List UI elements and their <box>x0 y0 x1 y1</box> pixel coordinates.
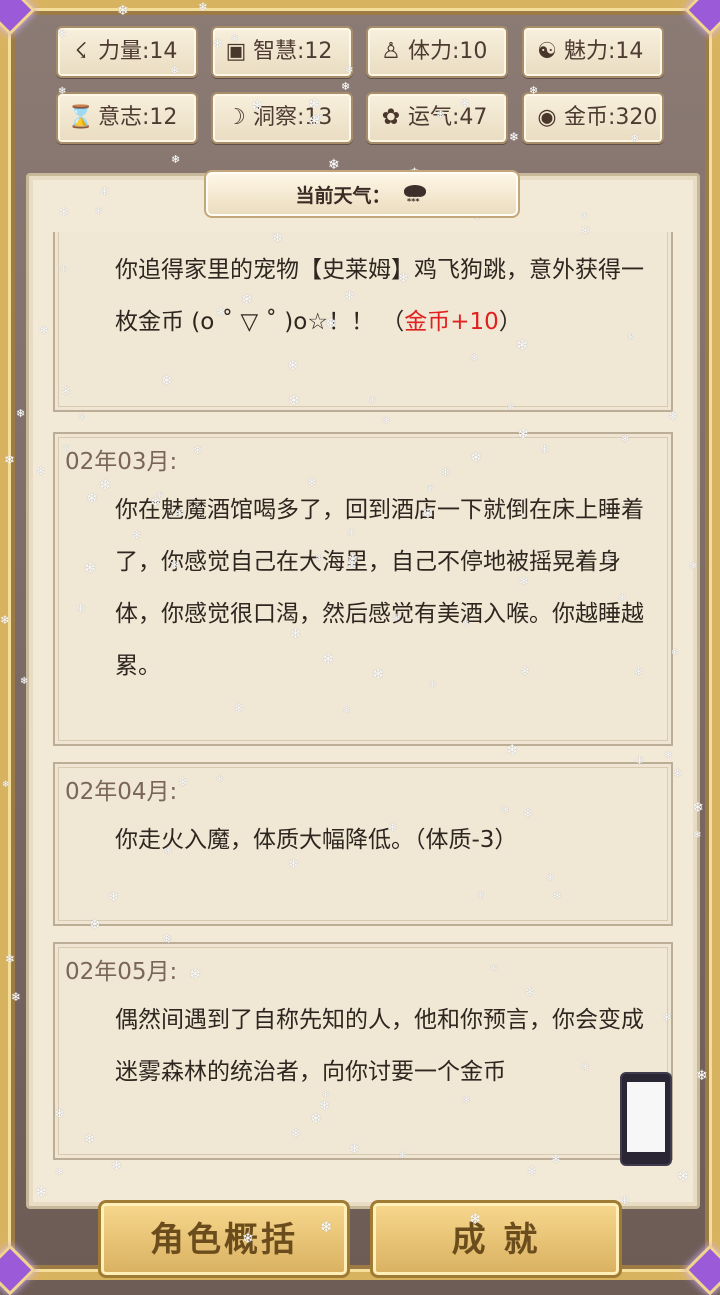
event-coin-gain: 金币+10 <box>404 309 499 335</box>
stat-label: 智慧:12 <box>253 39 333 64</box>
weather-label: 当前天气： <box>295 184 391 207</box>
stats-panel: ☇ 力量:14 ▣ 智慧:12 ♙ 体力:10 ☯ 魅力:14 ⌛ 意志:12 ☽ 洞察:1… <box>56 26 664 152</box>
stat-label: 魅力:14 <box>564 39 644 64</box>
stat-label: 金币:320 <box>564 105 658 130</box>
event-card: 02年04月: 你走火入魔，体质大幅降低。（体质-3） <box>53 762 673 926</box>
luck-icon: ✿ <box>381 105 401 130</box>
event-month: 02年03月: <box>65 449 178 475</box>
tab-achievements[interactable]: 成 就 <box>370 1200 622 1278</box>
stat-coins: ◉ 金币:320 <box>522 92 664 144</box>
stat-label: 力量:14 <box>98 39 178 64</box>
event-text-main: 你追得家里的宠物【史莱姆】鸡飞狗跳，意外获得一枚金币 (o ˚ ▽ ˚ )o☆！… <box>115 257 644 335</box>
event-card: 02年05月: 偶然间遇到了自称先知的人，他和你预言，你会变成迷雾森林的统治者，… <box>53 942 673 1160</box>
stat-wisdom: ▣ 智慧:12 <box>211 26 353 78</box>
willpower-icon: ⌛ <box>67 105 95 130</box>
bottom-tabs: 角色概括 成 就 <box>98 1200 624 1280</box>
event-text: 你走火入魔，体质大幅降低。（体质-3） <box>115 827 518 853</box>
weather-banner: 当前天气： *** <box>204 170 520 218</box>
device-screen <box>627 1082 665 1152</box>
event-card: 02年03月: 你在魅魔酒馆喝多了，回到酒店一下就倒在床上睡着了，你感觉自己在大… <box>53 432 673 746</box>
event-log-panel: 02年02月: 你追得家里的宠物【史莱姆】鸡飞狗跳，意外获得一枚金币 (o ˚ … <box>26 173 700 1209</box>
stat-label: 体力:10 <box>408 39 488 64</box>
stat-label: 洞察:13 <box>253 105 333 130</box>
svg-text:***: *** <box>407 197 420 205</box>
event-month: 02年02月: <box>65 232 645 244</box>
event-text: 你追得家里的宠物【史莱姆】鸡飞狗跳，意外获得一枚金币 (o ˚ ▽ ˚ )o☆！… <box>115 244 645 348</box>
strength-icon: ☇ <box>74 39 88 64</box>
event-scroll-area[interactable]: 02年02月: 你追得家里的宠物【史莱姆】鸡飞狗跳，意外获得一枚金币 (o ˚ … <box>29 232 697 1202</box>
coin-icon: ◉ <box>537 105 557 130</box>
event-card: 02年02月: 你追得家里的宠物【史莱姆】鸡飞狗跳，意外获得一枚金币 (o ˚ … <box>53 232 673 412</box>
stat-luck: ✿ 运气:47 <box>366 92 508 144</box>
charm-icon: ☯ <box>537 39 557 64</box>
stat-label: 意志:12 <box>98 105 178 130</box>
event-text-tail: ） <box>498 309 522 335</box>
wisdom-icon: ▣ <box>225 39 247 64</box>
stat-charm: ☯ 魅力:14 <box>522 26 664 78</box>
insight-icon: ☽ <box>226 105 246 130</box>
stat-label: 运气:47 <box>408 105 488 130</box>
stamina-icon: ♙ <box>381 39 401 64</box>
snow-cloud-icon: *** <box>401 183 429 206</box>
event-text: 偶然间遇到了自称先知的人，他和你预言，你会变成迷雾森林的统治者，向你讨要一个金币 <box>115 1007 644 1085</box>
event-text: 你在魅魔酒馆喝多了，回到酒店一下就倒在床上睡着了，你感觉自己在大海里，自己不停地… <box>115 497 644 679</box>
stat-willpower: ⌛ 意志:12 <box>56 92 198 144</box>
event-month: 02年05月: <box>65 959 178 985</box>
tab-character-summary[interactable]: 角色概括 <box>98 1200 350 1278</box>
stat-strength: ☇ 力量:14 <box>56 26 198 78</box>
stat-insight: ☽ 洞察:13 <box>211 92 353 144</box>
floating-device-button[interactable] <box>620 1072 672 1166</box>
event-month: 02年04月: <box>65 779 178 805</box>
stat-stamina: ♙ 体力:10 <box>366 26 508 78</box>
